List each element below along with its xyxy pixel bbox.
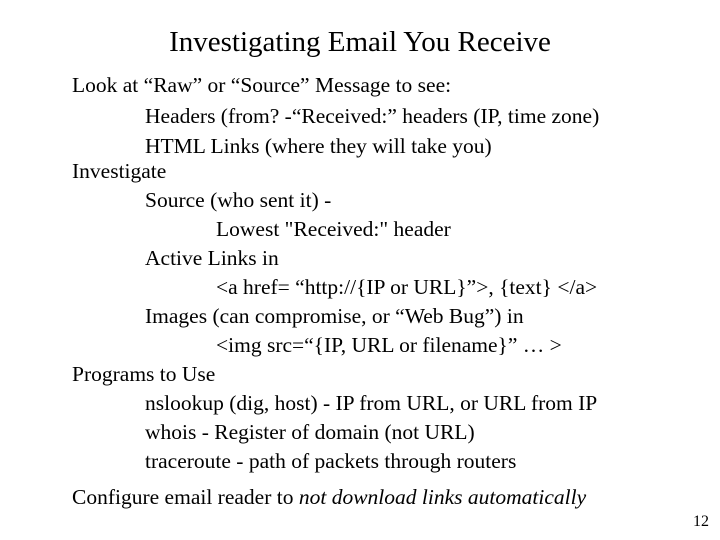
configure-italic-text: not download links automatically <box>298 485 587 509</box>
sub-sub-bullet-img-src: <img src=“{IP, URL or filename}” … > <box>216 333 562 357</box>
sub-bullet-headers: Headers (from? -“Received:” headers (IP,… <box>145 104 600 128</box>
bullet-programs-to-use: Programs to Use <box>72 362 216 386</box>
sub-bullet-active-links: Active Links in <box>145 246 279 270</box>
bullet-look-at-raw: Look at “Raw” or “Source” Message to see… <box>72 73 452 97</box>
sub-sub-bullet-a-href: <a href= “http://{IP or URL}”>, {text} <… <box>216 275 598 299</box>
sub-bullet-traceroute: traceroute - path of packets through rou… <box>145 449 517 473</box>
slide-title: Investigating Email You Receive <box>169 26 551 58</box>
sub-bullet-html-links: HTML Links (where they will take you) <box>145 134 492 158</box>
bullet-configure-email-reader: Configure email reader to not download l… <box>72 484 586 510</box>
page-number: 12 <box>693 513 709 530</box>
sub-bullet-whois: whois - Register of domain (not URL) <box>145 420 475 444</box>
sub-bullet-source: Source (who sent it) - <box>145 188 332 212</box>
sub-bullet-images: Images (can compromise, or “Web Bug”) in <box>145 304 524 328</box>
configure-plain-text: Configure email reader to <box>72 485 299 509</box>
bullet-investigate: Investigate <box>72 159 167 183</box>
sub-bullet-nslookup: nslookup (dig, host) - IP from URL, or U… <box>145 391 598 415</box>
sub-sub-bullet-lowest-received: Lowest "Received:" header <box>216 217 451 241</box>
